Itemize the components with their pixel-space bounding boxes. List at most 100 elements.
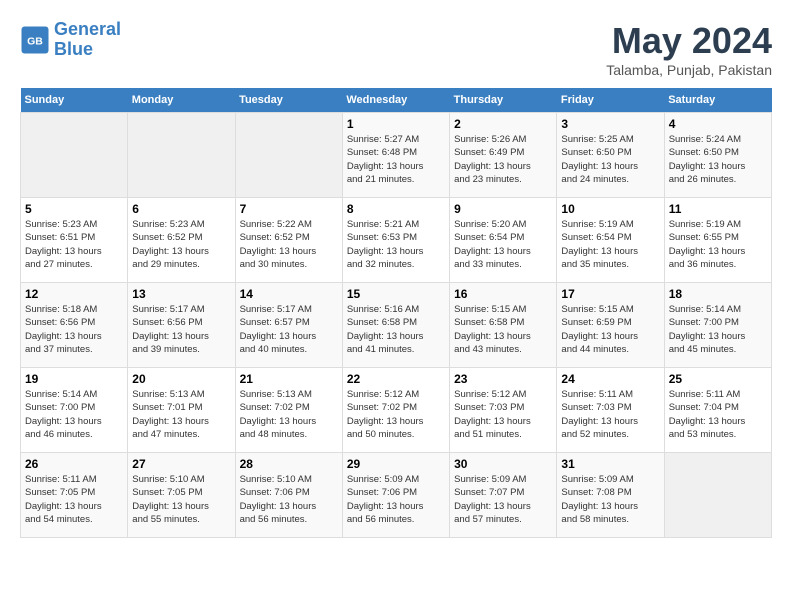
day-info: Sunrise: 5:23 AM Sunset: 6:52 PM Dayligh… xyxy=(132,218,230,271)
day-number: 16 xyxy=(454,287,552,301)
day-info: Sunrise: 5:19 AM Sunset: 6:55 PM Dayligh… xyxy=(669,218,767,271)
day-info: Sunrise: 5:10 AM Sunset: 7:06 PM Dayligh… xyxy=(240,473,338,526)
day-number: 14 xyxy=(240,287,338,301)
day-number: 19 xyxy=(25,372,123,386)
weekday-header: Wednesday xyxy=(342,88,449,113)
calendar-cell xyxy=(128,113,235,198)
day-number: 23 xyxy=(454,372,552,386)
calendar-cell: 31Sunrise: 5:09 AM Sunset: 7:08 PM Dayli… xyxy=(557,453,664,538)
calendar-cell: 5Sunrise: 5:23 AM Sunset: 6:51 PM Daylig… xyxy=(21,198,128,283)
weekday-header: Thursday xyxy=(450,88,557,113)
calendar-cell: 11 Sunrise: 5:19 AM Sunset: 6:55 PM Dayli… xyxy=(664,198,771,283)
calendar-week-row: 5Sunrise: 5:23 AM Sunset: 6:51 PM Daylig… xyxy=(21,198,772,283)
calendar-cell xyxy=(235,113,342,198)
day-info: Sunrise: 5:27 AM Sunset: 6:48 PM Dayligh… xyxy=(347,133,445,186)
calendar-cell: 12 Sunrise: 5:18 AM Sunset: 6:56 PM Dayli… xyxy=(21,283,128,368)
day-number: 10 xyxy=(561,202,659,216)
calendar-cell: 14 Sunrise: 5:17 AM Sunset: 6:57 PM Dayli… xyxy=(235,283,342,368)
day-info: Sunrise: 5:14 AM Sunset: 7:00 PM Dayligh… xyxy=(669,303,767,356)
day-info: Sunrise: 5:10 AM Sunset: 7:05 PM Dayligh… xyxy=(132,473,230,526)
day-number: 25 xyxy=(669,372,767,386)
day-number: 15 xyxy=(347,287,445,301)
calendar-cell: 19 Sunrise: 5:14 AM Sunset: 7:00 PM Dayli… xyxy=(21,368,128,453)
calendar-table: SundayMondayTuesdayWednesdayThursdayFrid… xyxy=(20,88,772,538)
title-section: May 2024 Talamba, Punjab, Pakistan xyxy=(606,20,772,78)
day-info: Sunrise: 5:25 AM Sunset: 6:50 PM Dayligh… xyxy=(561,133,659,186)
weekday-header: Saturday xyxy=(664,88,771,113)
calendar-cell: 13 Sunrise: 5:17 AM Sunset: 6:56 PM Dayli… xyxy=(128,283,235,368)
calendar-cell xyxy=(21,113,128,198)
calendar-cell: 21 Sunrise: 5:13 AM Sunset: 7:02 PM Dayli… xyxy=(235,368,342,453)
calendar-cell: 18Sunrise: 5:14 AM Sunset: 7:00 PM Dayli… xyxy=(664,283,771,368)
day-info: Sunrise: 5:09 AM Sunset: 7:06 PM Dayligh… xyxy=(347,473,445,526)
calendar-week-row: 12 Sunrise: 5:18 AM Sunset: 6:56 PM Dayli… xyxy=(21,283,772,368)
day-info: Sunrise: 5:13 AM Sunset: 7:01 PM Dayligh… xyxy=(132,388,230,441)
weekday-header: Tuesday xyxy=(235,88,342,113)
day-number: 13 xyxy=(132,287,230,301)
day-info: Sunrise: 5:12 AM Sunset: 7:03 PM Dayligh… xyxy=(454,388,552,441)
day-number: 29 xyxy=(347,457,445,471)
calendar-week-row: 19 Sunrise: 5:14 AM Sunset: 7:00 PM Dayli… xyxy=(21,368,772,453)
day-info: Sunrise: 5:24 AM Sunset: 6:50 PM Dayligh… xyxy=(669,133,767,186)
day-number: 22 xyxy=(347,372,445,386)
calendar-cell: 10Sunrise: 5:19 AM Sunset: 6:54 PM Dayli… xyxy=(557,198,664,283)
day-number: 1 xyxy=(347,117,445,131)
calendar-cell: 7 Sunrise: 5:22 AM Sunset: 6:52 PM Daylig… xyxy=(235,198,342,283)
calendar-week-row: 1 Sunrise: 5:27 AM Sunset: 6:48 PM Daylig… xyxy=(21,113,772,198)
day-number: 17 xyxy=(561,287,659,301)
day-info: Sunrise: 5:17 AM Sunset: 6:56 PM Dayligh… xyxy=(132,303,230,356)
calendar-cell: 4 Sunrise: 5:24 AM Sunset: 6:50 PM Daylig… xyxy=(664,113,771,198)
calendar-cell: 17Sunrise: 5:15 AM Sunset: 6:59 PM Dayli… xyxy=(557,283,664,368)
day-number: 6 xyxy=(132,202,230,216)
calendar-cell: 9 Sunrise: 5:20 AM Sunset: 6:54 PM Daylig… xyxy=(450,198,557,283)
location: Talamba, Punjab, Pakistan xyxy=(606,62,772,78)
calendar-cell: 26Sunrise: 5:11 AM Sunset: 7:05 PM Dayli… xyxy=(21,453,128,538)
calendar-header-row: SundayMondayTuesdayWednesdayThursdayFrid… xyxy=(21,88,772,113)
day-info: Sunrise: 5:13 AM Sunset: 7:02 PM Dayligh… xyxy=(240,388,338,441)
calendar-cell: 29 Sunrise: 5:09 AM Sunset: 7:06 PM Dayli… xyxy=(342,453,449,538)
calendar-cell: 24 Sunrise: 5:11 AM Sunset: 7:03 PM Dayli… xyxy=(557,368,664,453)
day-number: 5 xyxy=(25,202,123,216)
logo-text: General Blue xyxy=(54,20,121,60)
day-info: Sunrise: 5:15 AM Sunset: 6:58 PM Dayligh… xyxy=(454,303,552,356)
calendar-cell: 23 Sunrise: 5:12 AM Sunset: 7:03 PM Dayli… xyxy=(450,368,557,453)
calendar-cell: 6 Sunrise: 5:23 AM Sunset: 6:52 PM Daylig… xyxy=(128,198,235,283)
weekday-header: Friday xyxy=(557,88,664,113)
day-number: 30 xyxy=(454,457,552,471)
day-info: Sunrise: 5:21 AM Sunset: 6:53 PM Dayligh… xyxy=(347,218,445,271)
day-number: 11 xyxy=(669,202,767,216)
day-number: 12 xyxy=(25,287,123,301)
day-info: Sunrise: 5:11 AM Sunset: 7:03 PM Dayligh… xyxy=(561,388,659,441)
day-number: 7 xyxy=(240,202,338,216)
calendar-cell: 30Sunrise: 5:09 AM Sunset: 7:07 PM Dayli… xyxy=(450,453,557,538)
logo: GB General Blue xyxy=(20,20,121,60)
day-number: 3 xyxy=(561,117,659,131)
calendar-cell xyxy=(664,453,771,538)
day-number: 26 xyxy=(25,457,123,471)
calendar-cell: 8 Sunrise: 5:21 AM Sunset: 6:53 PM Daylig… xyxy=(342,198,449,283)
day-number: 20 xyxy=(132,372,230,386)
day-info: Sunrise: 5:11 AM Sunset: 7:04 PM Dayligh… xyxy=(669,388,767,441)
calendar-cell: 3 Sunrise: 5:25 AM Sunset: 6:50 PM Daylig… xyxy=(557,113,664,198)
day-info: Sunrise: 5:14 AM Sunset: 7:00 PM Dayligh… xyxy=(25,388,123,441)
day-number: 24 xyxy=(561,372,659,386)
calendar-cell: 2Sunrise: 5:26 AM Sunset: 6:49 PM Daylig… xyxy=(450,113,557,198)
weekday-header: Sunday xyxy=(21,88,128,113)
month-title: May 2024 xyxy=(606,20,772,62)
weekday-header: Monday xyxy=(128,88,235,113)
day-info: Sunrise: 5:12 AM Sunset: 7:02 PM Dayligh… xyxy=(347,388,445,441)
calendar-cell: 27 Sunrise: 5:10 AM Sunset: 7:05 PM Dayli… xyxy=(128,453,235,538)
day-info: Sunrise: 5:17 AM Sunset: 6:57 PM Dayligh… xyxy=(240,303,338,356)
day-info: Sunrise: 5:09 AM Sunset: 7:08 PM Dayligh… xyxy=(561,473,659,526)
day-number: 4 xyxy=(669,117,767,131)
day-info: Sunrise: 5:22 AM Sunset: 6:52 PM Dayligh… xyxy=(240,218,338,271)
day-number: 21 xyxy=(240,372,338,386)
day-info: Sunrise: 5:18 AM Sunset: 6:56 PM Dayligh… xyxy=(25,303,123,356)
calendar-cell: 22 Sunrise: 5:12 AM Sunset: 7:02 PM Dayli… xyxy=(342,368,449,453)
day-number: 8 xyxy=(347,202,445,216)
calendar-cell: 16 Sunrise: 5:15 AM Sunset: 6:58 PM Dayli… xyxy=(450,283,557,368)
day-number: 27 xyxy=(132,457,230,471)
day-number: 9 xyxy=(454,202,552,216)
day-info: Sunrise: 5:20 AM Sunset: 6:54 PM Dayligh… xyxy=(454,218,552,271)
day-number: 28 xyxy=(240,457,338,471)
